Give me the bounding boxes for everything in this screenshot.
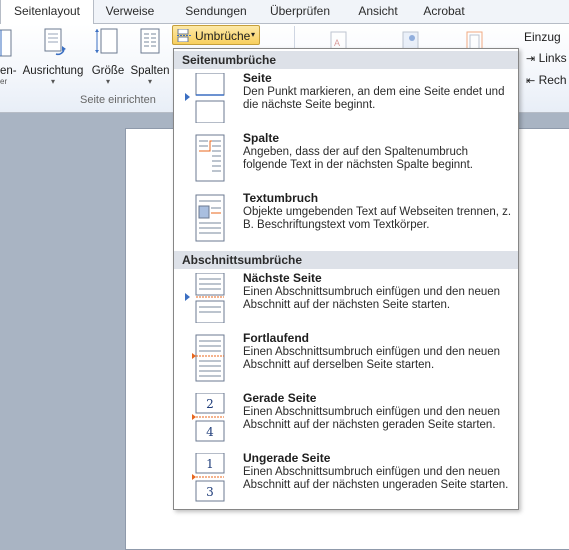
menu-item-title: Seite — [243, 71, 272, 85]
menu-item-ungerade-seite[interactable]: 1 3 Ungerade Seite Einen Abschnittsumbru… — [174, 451, 518, 509]
menu-item-seite[interactable]: Seite Den Punkt markieren, an dem eine S… — [174, 71, 518, 129]
menu-item-title: Gerade Seite — [243, 391, 317, 405]
ribbon-tab-bar: Seitenlayout Verweise Sendungen Überprüf… — [0, 0, 569, 25]
menu-item-title: Ungerade Seite — [243, 451, 331, 465]
section-header-section-breaks: Abschnittsumbrüche — [174, 251, 518, 269]
menu-item-title: Spalte — [243, 131, 280, 145]
tab-sendungen[interactable]: Sendungen — [176, 0, 256, 23]
size-button[interactable]: Größe ▾ — [88, 26, 128, 87]
continuous-section-icon — [192, 334, 225, 382]
columns-button[interactable]: Spalten ▾ — [128, 26, 172, 87]
menu-item-textumbruch[interactable]: Textumbruch Objekte umgebenden Text auf … — [174, 191, 518, 249]
group-label-page-setup: Seite einrichten — [80, 94, 156, 106]
even-page-section-icon: 2 4 — [192, 393, 225, 442]
section-header-page-breaks: Seitenumbrüche — [174, 51, 518, 69]
size-icon — [95, 28, 118, 54]
tab-verweise[interactable]: Verweise — [96, 0, 164, 23]
menu-item-title: Nächste Seite — [243, 271, 322, 285]
indent-right[interactable]: ⇤ Rech — [526, 73, 567, 87]
breaks-button[interactable]: Umbrüche ▾ — [172, 25, 260, 45]
column-break-icon — [195, 134, 225, 182]
margins-button-partial[interactable]: en- er — [0, 26, 17, 87]
chevron-down-icon: ▾ — [251, 30, 256, 39]
orientation-button[interactable]: Ausrichtung ▾ — [20, 26, 86, 87]
margins-icon — [0, 29, 12, 57]
chevron-down-icon: ▾ — [50, 77, 55, 86]
breaks-dropdown-menu: Seitenumbrüche Seite Den Punkt markieren… — [173, 48, 519, 510]
next-page-section-icon — [195, 273, 225, 323]
svg-text:A: A — [334, 38, 340, 48]
menu-item-fortlaufend[interactable]: Fortlaufend Einen Abschnittsumbruch einf… — [174, 331, 518, 389]
breaks-icon — [177, 29, 191, 42]
menu-item-description: Objekte umgebenden Text auf Webseiten tr… — [243, 206, 512, 231]
tab-acrobat[interactable]: Acrobat — [416, 0, 472, 23]
tab-seitenlayout[interactable]: Seitenlayout — [0, 0, 94, 25]
menu-item-title: Fortlaufend — [243, 331, 309, 345]
chevron-down-icon: ▾ — [147, 77, 152, 86]
indent-label: Einzug — [524, 30, 561, 44]
menu-item-description: Einen Abschnittsumbruch einfügen und den… — [243, 466, 509, 491]
text-wrapping-break-icon — [195, 194, 225, 242]
chevron-down-icon: ▾ — [105, 77, 110, 86]
tab-ueberpruefen[interactable]: Überprüfen — [262, 0, 338, 23]
svg-text:3: 3 — [206, 485, 214, 499]
odd-page-section-icon: 1 3 — [192, 453, 225, 502]
menu-item-description: Einen Abschnittsumbruch einfügen und den… — [243, 286, 501, 311]
tab-ansicht[interactable]: Ansicht — [350, 0, 406, 23]
page-break-icon — [195, 73, 225, 123]
orientation-icon — [44, 28, 66, 56]
indent-left-icon: ⇥ — [526, 53, 536, 65]
svg-text:4: 4 — [206, 425, 214, 439]
menu-item-description: Einen Abschnittsumbruch einfügen und den… — [243, 406, 501, 431]
menu-item-description: Angeben, dass der auf den Spaltenumbruch… — [243, 146, 473, 171]
menu-item-title: Textumbruch — [243, 191, 319, 205]
svg-text:1: 1 — [206, 457, 214, 471]
menu-item-gerade-seite[interactable]: 2 4 Gerade Seite Einen Abschnittsumbruch… — [174, 391, 518, 449]
menu-item-description: Einen Abschnittsumbruch einfügen und den… — [243, 346, 501, 371]
menu-item-naechste-seite[interactable]: Nächste Seite Einen Abschnittsumbruch ei… — [174, 271, 518, 329]
menu-item-description: Den Punkt markieren, an dem eine Seite e… — [243, 86, 505, 111]
indent-left[interactable]: ⇥ Links — [526, 51, 567, 65]
columns-icon — [140, 28, 160, 54]
svg-text:2: 2 — [206, 397, 214, 411]
menu-item-spalte[interactable]: Spalte Angeben, dass der auf den Spalten… — [174, 131, 518, 189]
indent-right-icon: ⇤ — [526, 75, 536, 87]
